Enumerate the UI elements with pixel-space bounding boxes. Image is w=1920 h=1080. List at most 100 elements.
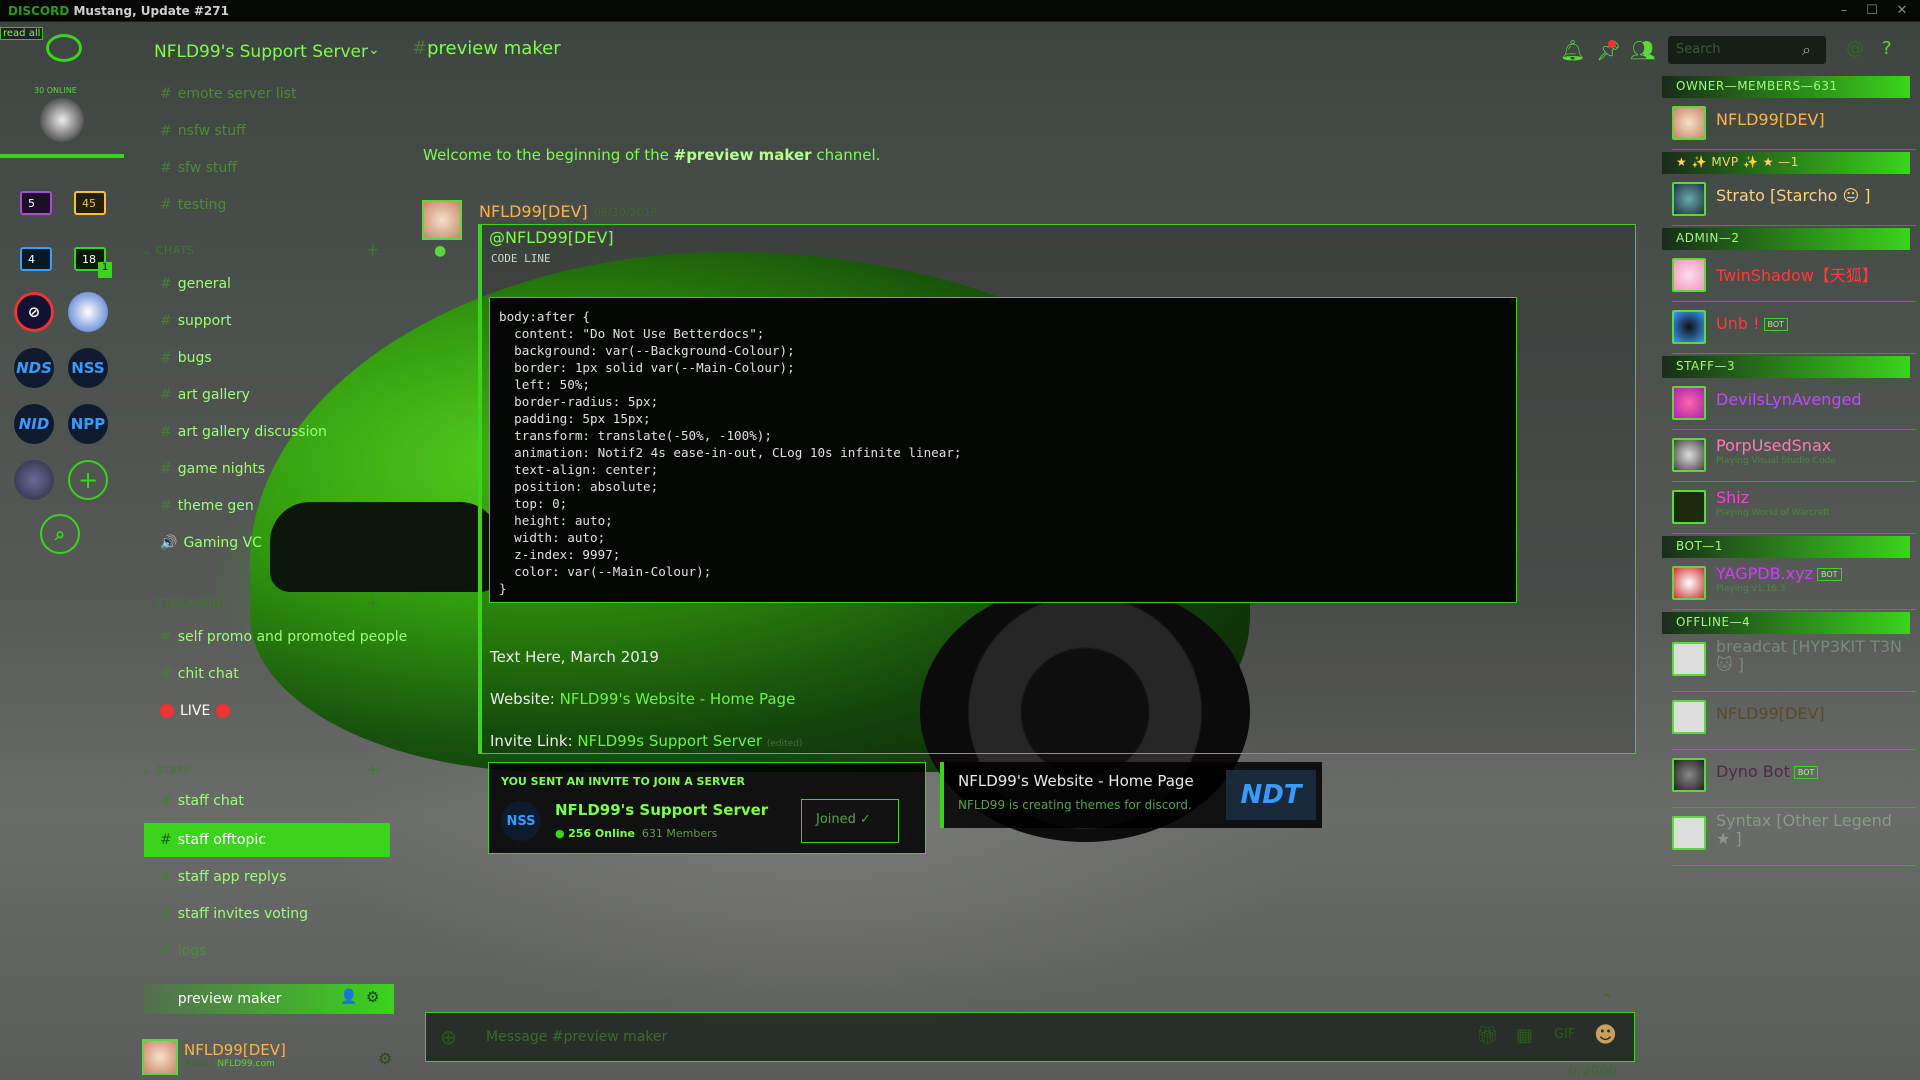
- add-channel-icon[interactable]: +: [366, 240, 379, 259]
- server-folder-yellow[interactable]: 45: [74, 191, 106, 215]
- help-icon[interactable]: ?: [1882, 38, 1892, 59]
- member-name: PorpUsedSnax: [1716, 436, 1832, 455]
- gif-button[interactable]: GIF: [1554, 1027, 1575, 1042]
- maximize-icon[interactable]: ☐: [1862, 3, 1882, 18]
- member-row[interactable]: PorpUsedSnax Playing Visual Studio Code: [1672, 430, 1916, 482]
- category-streaming[interactable]: ⌄ STREAMING: [142, 597, 226, 610]
- at-mention-icon[interactable]: @: [1846, 38, 1864, 59]
- emoji-icon[interactable]: ☻: [1594, 1023, 1617, 1048]
- website-link[interactable]: NFLD99's Website - Home Page: [560, 690, 796, 708]
- bot-tag: BOT: [1816, 568, 1842, 581]
- channel-general[interactable]: # general: [160, 272, 231, 296]
- bell-icon[interactable]: 🔔︎: [1560, 38, 1585, 62]
- minimize-icon[interactable]: –: [1834, 3, 1854, 18]
- member-row[interactable]: Strato [Starcho 😐 ]: [1672, 174, 1916, 226]
- gear-icon[interactable]: ⚙: [366, 988, 379, 1006]
- channel-label: chit chat: [177, 666, 239, 682]
- category-staff[interactable]: ⌄ STAFF: [142, 764, 191, 777]
- server-name[interactable]: NFLD99's Support Server: [154, 42, 368, 62]
- title-label: Mustang, Update #271: [73, 4, 229, 18]
- invite-heading: YOU SENT AN INVITE TO JOIN A SERVER: [501, 775, 745, 788]
- member-row[interactable]: TwinShadow【天狐】: [1672, 250, 1916, 302]
- channel-sfw-stuff[interactable]: # sfw stuff: [160, 156, 237, 180]
- avatar: [1672, 490, 1706, 524]
- channel-nsfw-stuff[interactable]: # nsfw stuff: [160, 119, 246, 143]
- channel-testing[interactable]: # testing: [160, 193, 226, 217]
- invite-server-name: NFLD99's Support Server: [555, 801, 769, 819]
- channel-art-gallery[interactable]: # art gallery: [160, 383, 250, 407]
- member-row[interactable]: NFLD99[DEV]: [1672, 692, 1916, 750]
- member-name: NFLD99[DEV]: [1716, 704, 1825, 723]
- gif-icon[interactable]: ▦: [1516, 1025, 1533, 1046]
- embed-description: NFLD99 is creating themes for discord.: [958, 798, 1192, 812]
- avatar[interactable]: [142, 1039, 178, 1075]
- member-row[interactable]: Dyno Bot BOT: [1672, 750, 1916, 808]
- server-folder-blue[interactable]: 4: [20, 247, 52, 271]
- chevron-up-icon[interactable]: ⌃: [1600, 990, 1613, 1009]
- channel-live[interactable]: LIVE: [160, 699, 231, 723]
- channel-theme-gen[interactable]: # theme gen: [160, 494, 254, 518]
- message-input[interactable]: Message #preview maker: [486, 1029, 667, 1045]
- server-folder-purple[interactable]: 5: [20, 191, 52, 215]
- channel-bugs[interactable]: # bugs: [160, 346, 212, 370]
- invite-counts: ● 256 Online 631 Members: [555, 827, 717, 840]
- channel-art-gallery-discussion[interactable]: # art gallery discussion: [160, 420, 327, 444]
- avatar: [1672, 438, 1706, 472]
- user-avatar[interactable]: [40, 98, 84, 142]
- direct-messages-icon[interactable]: [46, 34, 82, 62]
- add-server-icon[interactable]: +: [68, 460, 108, 500]
- message-avatar[interactable]: [422, 200, 462, 240]
- member-row[interactable]: Syntax [Other Legend ★ ]: [1672, 808, 1916, 866]
- bot-tag: BOT: [1763, 318, 1789, 331]
- close-icon[interactable]: ✕: [1892, 3, 1912, 18]
- code-block: body:after { content: "Do Not Use Better…: [489, 297, 1517, 603]
- server-icon-blue[interactable]: [68, 292, 108, 332]
- member-row[interactable]: NFLD99[DEV]: [1672, 98, 1916, 150]
- server-icon-nss[interactable]: NSS: [68, 348, 108, 388]
- server-icon-nds[interactable]: NDS: [14, 348, 54, 388]
- voice-channel-gaming-vc[interactable]: 🔊 Gaming VC: [160, 531, 262, 555]
- members-icon[interactable]: 👥︎: [1630, 38, 1655, 62]
- member-row[interactable]: breadcat [HYP3KIT T3N 🐱 ]: [1672, 634, 1916, 692]
- add-channel-icon[interactable]: +: [366, 593, 379, 612]
- channel-support[interactable]: # support: [160, 309, 232, 333]
- channel-self-promo[interactable]: # self promo and promoted people: [160, 625, 407, 649]
- member-row[interactable]: Unb ! BOT: [1672, 302, 1916, 354]
- chevron-down-icon[interactable]: ⌄: [368, 42, 380, 58]
- live-dot-icon: [160, 704, 174, 718]
- explore-search-icon[interactable]: ⌕: [40, 514, 80, 554]
- settings-gear-icon[interactable]: ⚙: [378, 1049, 392, 1068]
- add-channel-icon[interactable]: +: [366, 760, 379, 779]
- channel-chit-chat[interactable]: # chit chat: [160, 662, 239, 686]
- invite-link[interactable]: NFLD99s Support Server: [577, 732, 762, 750]
- avatar: [1672, 642, 1706, 676]
- message-author[interactable]: NFLD99[DEV]: [479, 202, 588, 221]
- server-invite-card: YOU SENT AN INVITE TO JOIN A SERVER NSS …: [488, 762, 926, 854]
- channel-staff-invites-voting[interactable]: # staff invites voting: [160, 902, 308, 926]
- channel-staff-offtopic[interactable]: # staff offtopic: [160, 828, 266, 852]
- channel-label: Gaming VC: [183, 535, 262, 551]
- channel-game-nights[interactable]: # game nights: [160, 457, 265, 481]
- server-icon-npp[interactable]: NPP: [68, 404, 108, 444]
- server-icon-blocked[interactable]: ⊘: [14, 292, 54, 332]
- channel-staff-chat[interactable]: # staff chat: [160, 789, 244, 813]
- mention[interactable]: @NFLD99[DEV]: [489, 228, 614, 247]
- invite-user-icon[interactable]: 👤: [340, 989, 357, 1005]
- channel-label: theme gen: [177, 498, 254, 514]
- embed-title[interactable]: NFLD99's Website - Home Page: [958, 772, 1194, 790]
- member-row[interactable]: YAGPDB.xyz BOT Playing v1.16.3: [1672, 558, 1916, 610]
- avatar: [1672, 106, 1706, 140]
- server-icon-orb[interactable]: [14, 460, 54, 500]
- channel-preview-maker[interactable]: # preview maker: [160, 987, 282, 1011]
- channel-logs[interactable]: # logs: [160, 939, 206, 963]
- category-chats[interactable]: ⌄ CHATS: [142, 244, 195, 257]
- upload-icon[interactable]: ⊕: [440, 1025, 457, 1049]
- channel-staff-app-replys[interactable]: # staff app replys: [160, 865, 286, 889]
- member-row[interactable]: DevilsLynAvenged: [1672, 378, 1916, 430]
- joined-button[interactable]: Joined ✓: [801, 799, 899, 843]
- link-embed: NFLD99's Website - Home Page NFLD99 is c…: [940, 762, 1322, 828]
- server-icon-nid[interactable]: NID: [14, 404, 54, 444]
- member-row[interactable]: Shiz Playing World of Warcraft: [1672, 482, 1916, 534]
- gift-icon[interactable]: 🎁︎: [1476, 1025, 1499, 1046]
- channel-emote-server-list[interactable]: # emote server list: [160, 82, 296, 106]
